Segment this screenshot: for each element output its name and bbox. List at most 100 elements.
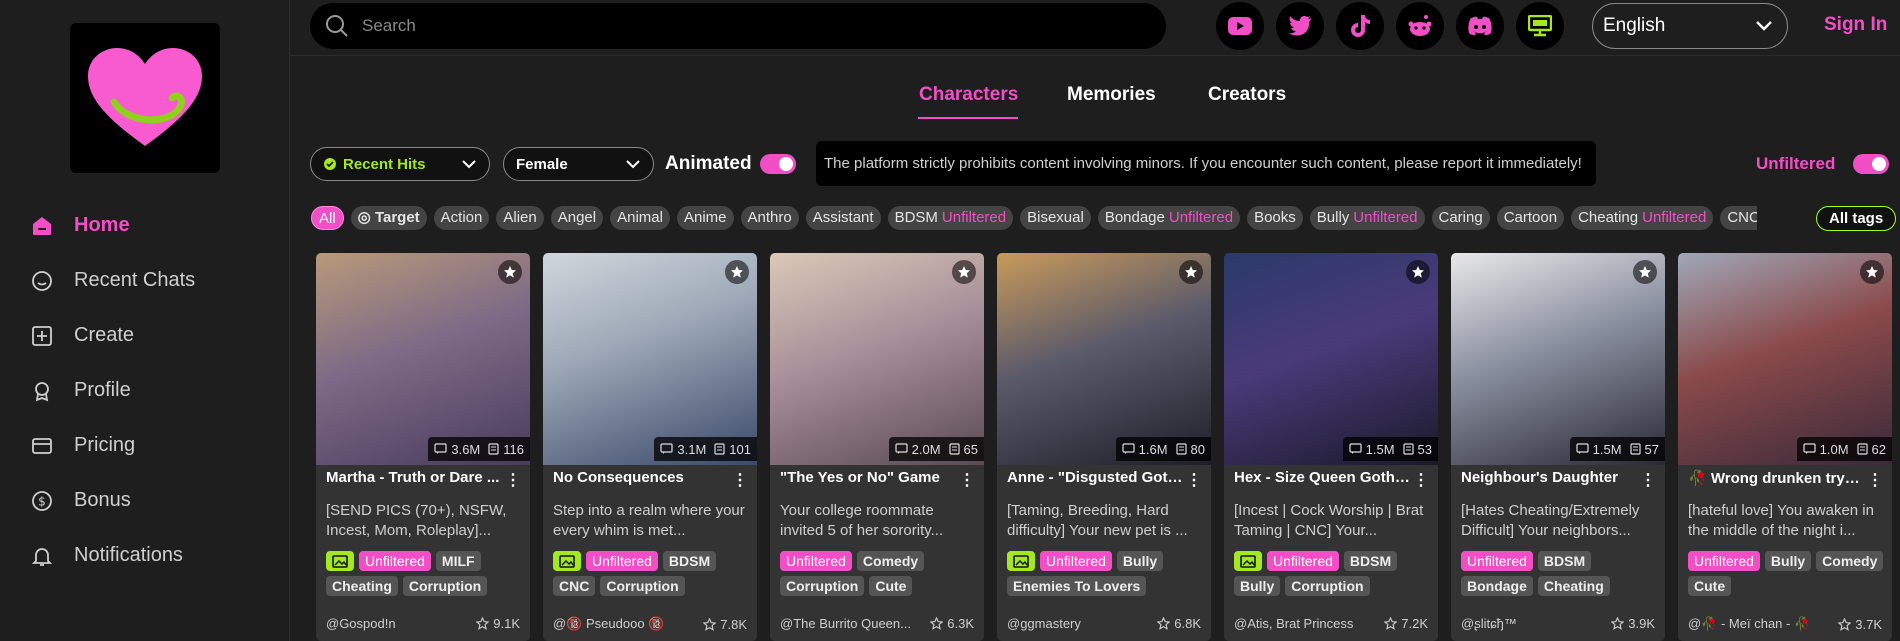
card-tag[interactable]: Comedy [856, 551, 925, 571]
creator-handle[interactable]: @🥀 - Meï chan - 🥀 [1688, 616, 1810, 632]
character-image[interactable] [770, 253, 984, 465]
card-tag[interactable]: Unfiltered [780, 551, 852, 571]
favorite-star-button[interactable] [1633, 260, 1657, 284]
gender-dropdown[interactable]: Female [503, 147, 654, 181]
more-options-icon[interactable]: ⋮ [1186, 470, 1202, 490]
card-tag[interactable]: CNC [553, 576, 596, 596]
character-card[interactable]: 3.6M 116 Martha - Truth or Dare ... ⋮ [S… [316, 253, 530, 641]
tag-bondage[interactable]: Bondage Unfiltered [1097, 206, 1241, 230]
desktop-app-button[interactable] [1516, 2, 1564, 50]
tag-caring[interactable]: Caring [1431, 206, 1490, 230]
tag-action[interactable]: Action [433, 206, 490, 230]
card-tag[interactable]: Cheating [1537, 576, 1610, 596]
tag-cartoon[interactable]: Cartoon [1496, 206, 1565, 230]
sort-dropdown[interactable]: Recent Hits [310, 147, 490, 181]
character-image[interactable] [1678, 253, 1892, 465]
card-tag[interactable]: Enemies To Lovers [1007, 576, 1147, 596]
more-options-icon[interactable]: ⋮ [959, 470, 975, 490]
card-tag[interactable]: Cute [869, 576, 913, 596]
card-tag[interactable]: Unfiltered [1267, 551, 1339, 571]
card-title[interactable]: 🥀 Wrong drunken tryst... [1688, 469, 1864, 487]
more-options-icon[interactable]: ⋮ [732, 470, 748, 490]
unfiltered-toggle[interactable] [1853, 154, 1889, 174]
card-tag[interactable]: BDSM [1537, 551, 1592, 571]
card-tag[interactable]: Comedy [1816, 551, 1884, 571]
card-tag[interactable]: BDSM [1343, 551, 1398, 571]
sidebar-item-pricing[interactable]: Pricing [0, 418, 290, 473]
favorite-star-button[interactable] [1406, 260, 1430, 284]
card-title[interactable]: Hex - Size Queen Goth ... [1234, 469, 1410, 486]
card-tag[interactable]: Bully [1234, 576, 1281, 596]
card-tag[interactable]: Unfiltered [1040, 551, 1112, 571]
creator-handle[interactable]: @🔞 Pseudooo 🔞 [553, 616, 664, 632]
card-title[interactable]: Martha - Truth or Dare ... [326, 469, 502, 486]
card-tag[interactable]: Corruption [1285, 576, 1370, 596]
card-title[interactable]: Anne - "Disgusted Goth... [1007, 469, 1183, 486]
sidebar-item-notifications[interactable]: Notifications [0, 528, 290, 583]
tag-books[interactable]: Books [1247, 206, 1303, 230]
card-tag[interactable]: Cheating [326, 576, 398, 596]
favorite-star-button[interactable] [1860, 260, 1884, 284]
card-tag[interactable]: Unfiltered [1461, 551, 1533, 571]
language-select[interactable]: English [1592, 3, 1788, 49]
more-options-icon[interactable]: ⋮ [505, 470, 521, 490]
tag-alien[interactable]: Alien [496, 206, 544, 230]
card-tag[interactable]: Corruption [780, 576, 865, 596]
creator-handle[interactable]: @Atis, Brat Princess [1234, 616, 1353, 631]
tab-characters[interactable]: Characters [919, 84, 1018, 106]
character-card[interactable]: 2.0M 65 "The Yes or No" Game ⋮ Your coll… [770, 253, 984, 641]
character-card[interactable]: 1.5M 53 Hex - Size Queen Goth ... ⋮ [Inc… [1224, 253, 1438, 641]
sign-in-link[interactable]: Sign In [1824, 14, 1887, 36]
sidebar-item-home[interactable]: Home [0, 198, 290, 253]
tag-cnc[interactable]: CNC [1720, 206, 1757, 230]
favorite-star-button[interactable] [725, 260, 749, 284]
animated-toggle[interactable] [760, 154, 796, 174]
favorite-star-button[interactable] [1179, 260, 1203, 284]
character-image[interactable] [316, 253, 530, 465]
character-card[interactable]: 1.5M 57 Neighbour's Daughter ⋮ [Hates Ch… [1451, 253, 1665, 641]
character-image[interactable] [1451, 253, 1665, 465]
tag-all[interactable]: All [311, 206, 344, 230]
tiktok-button[interactable] [1336, 2, 1384, 50]
tag-angel[interactable]: Angel [550, 206, 604, 230]
tag-anime[interactable]: Anime [676, 206, 734, 230]
more-options-icon[interactable]: ⋮ [1413, 470, 1429, 490]
card-tag[interactable]: Bully [1116, 551, 1164, 571]
character-image[interactable] [543, 253, 757, 465]
more-options-icon[interactable]: ⋮ [1640, 470, 1656, 490]
favorite-star-button[interactable] [952, 260, 976, 284]
card-title[interactable]: No Consequences [553, 469, 729, 486]
tag-target[interactable]: ◎ Target [350, 206, 427, 230]
card-title[interactable]: "The Yes or No" Game [780, 469, 956, 486]
card-tag[interactable]: Unfiltered [586, 551, 658, 571]
card-tag[interactable]: MILF [435, 551, 481, 571]
tab-memories[interactable]: Memories [1067, 84, 1156, 106]
character-card[interactable]: 1.6M 80 Anne - "Disgusted Goth... ⋮ [Tam… [997, 253, 1211, 641]
search-bar[interactable] [310, 3, 1166, 49]
sidebar-item-profile[interactable]: Profile [0, 363, 290, 418]
card-tag[interactable]: Bondage [1461, 576, 1533, 596]
card-tag[interactable]: Unfiltered [1688, 551, 1760, 571]
card-tag[interactable]: Bully [1764, 551, 1812, 571]
card-tag[interactable]: Unfiltered [359, 551, 431, 571]
creator-handle[interactable]: @ʂlitɕђ™ [1461, 616, 1517, 631]
card-tag[interactable]: Corruption [402, 576, 488, 596]
creator-handle[interactable]: @The Burrito Queen... [780, 616, 911, 631]
sidebar-item-create[interactable]: Create [0, 308, 290, 363]
tag-cheating[interactable]: Cheating Unfiltered [1571, 206, 1714, 230]
card-tag[interactable]: BDSM [662, 551, 717, 571]
sidebar-item-recent-chats[interactable]: Recent Chats [0, 253, 290, 308]
tab-creators[interactable]: Creators [1208, 84, 1286, 106]
favorite-star-button[interactable] [498, 260, 522, 284]
tag-anthro[interactable]: Anthro [740, 206, 799, 230]
youtube-button[interactable] [1216, 2, 1264, 50]
discord-button[interactable] [1456, 2, 1504, 50]
creator-handle[interactable]: @ggmastery [1007, 616, 1081, 631]
creator-handle[interactable]: @Gospod!n [326, 616, 396, 631]
card-tag[interactable]: Cute [1688, 576, 1732, 596]
search-input[interactable] [362, 16, 1142, 36]
tag-bisexual[interactable]: Bisexual [1020, 206, 1091, 230]
sidebar-item-bonus[interactable]: $ Bonus [0, 473, 290, 528]
more-options-icon[interactable]: ⋮ [1867, 470, 1883, 490]
character-card[interactable]: 3.1M 101 No Consequences ⋮ Step into a r… [543, 253, 757, 641]
